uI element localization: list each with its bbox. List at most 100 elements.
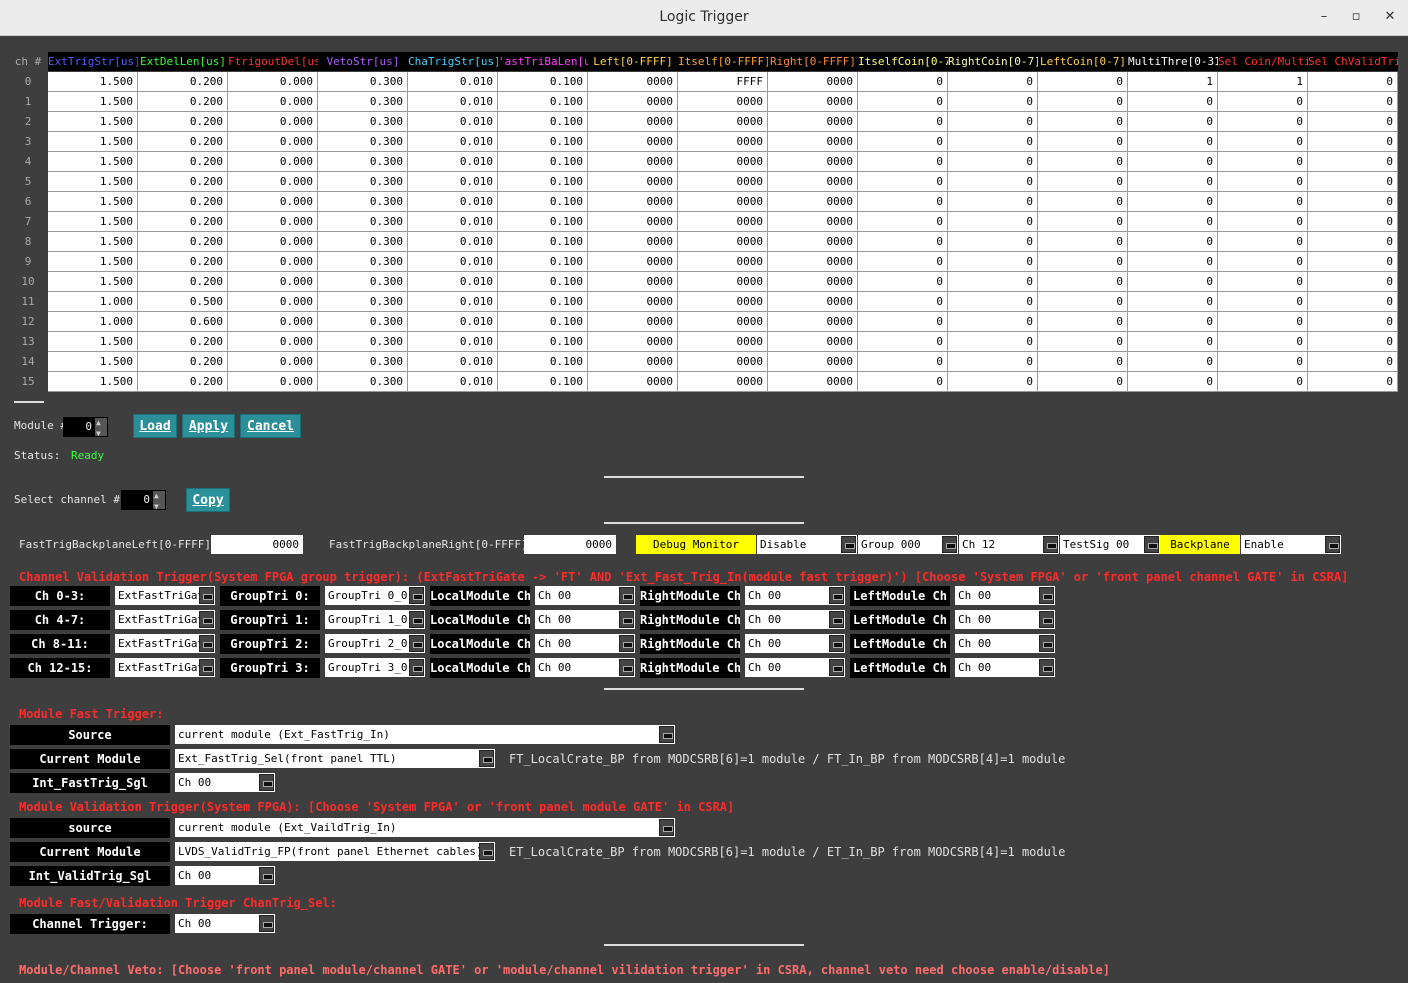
dropdown-arrow-icon[interactable] [409,635,424,652]
table-cell[interactable]: 0.300 [318,292,408,312]
table-cell[interactable]: 0.300 [318,372,408,392]
backplane-select[interactable]: Enable [1241,535,1341,554]
table-cell[interactable]: 0 [1308,352,1398,372]
dropdown-arrow-icon[interactable] [1039,611,1054,628]
table-cell[interactable]: 0 [1128,92,1218,112]
table-cell[interactable]: 1.000 [48,292,138,312]
table-cell[interactable]: 0 [948,352,1038,372]
table-cell[interactable]: 0 [1128,352,1218,372]
table-cell[interactable]: 1.500 [48,212,138,232]
table-cell[interactable]: 1.500 [48,72,138,92]
table-cell[interactable]: 0000 [588,132,678,152]
table-cell[interactable]: 0 [858,232,948,252]
table-cell[interactable]: 0 [948,332,1038,352]
table-cell[interactable]: 0.010 [408,132,498,152]
table-cell[interactable]: 0 [1038,272,1128,292]
select-channel-spinner[interactable]: 0 [121,486,166,517]
dropdown-arrow-icon[interactable] [259,867,274,884]
apply-button[interactable]: Apply [182,414,235,438]
table-cell[interactable]: 0.300 [318,172,408,192]
dropdown-arrow-icon[interactable] [619,611,634,628]
dropdown-arrow-icon[interactable] [829,635,844,652]
table-cell[interactable]: 0.000 [228,192,318,212]
table-cell[interactable]: 0.010 [408,332,498,352]
backplane-left-input[interactable]: 0000 [211,535,303,554]
table-cell[interactable]: 0000 [768,172,858,192]
table-cell[interactable]: 0000 [768,72,858,92]
table-cell[interactable]: 0.300 [318,352,408,372]
table-cell[interactable]: 0000 [768,192,858,212]
table-cell[interactable]: 0 [1218,312,1308,332]
table-cell[interactable]: 0000 [768,332,858,352]
table-cell[interactable]: 0000 [588,372,678,392]
table-cell[interactable]: 0.010 [408,112,498,132]
table-cell[interactable]: 0 [1128,172,1218,192]
table-cell[interactable]: 0 [1038,72,1128,92]
table-cell[interactable]: 0 [1038,232,1128,252]
table-cell[interactable]: 0.100 [498,72,588,92]
table-cell[interactable]: 0000 [678,292,768,312]
table-cell[interactable]: 0 [858,212,948,232]
table-cell[interactable]: 0000 [588,152,678,172]
dropdown-arrow-icon[interactable] [659,819,674,836]
channel-trigger-select[interactable]: Ch 00 [175,914,275,933]
table-cell[interactable]: 0 [1038,332,1128,352]
table-cell[interactable]: 0 [1218,152,1308,172]
cv-left-select[interactable]: Ch 00 [955,658,1055,677]
table-cell[interactable]: 0 [1038,152,1128,172]
dropdown-arrow-icon[interactable] [619,635,634,652]
table-cell[interactable]: 0.200 [138,132,228,152]
table-cell[interactable]: 0.200 [138,192,228,212]
table-cell[interactable]: 0.100 [498,112,588,132]
table-cell[interactable]: 0000 [678,312,768,332]
table-cell[interactable]: 0.010 [408,372,498,392]
table-cell[interactable]: 0.010 [408,212,498,232]
table-cell[interactable]: 1.500 [48,372,138,392]
cv-right-select[interactable]: Ch 00 [745,610,845,629]
table-cell[interactable]: 1.500 [48,132,138,152]
table-cell[interactable]: 0 [948,212,1038,232]
dropdown-arrow-icon[interactable] [1039,635,1054,652]
table-cell[interactable]: 0.010 [408,172,498,192]
table-cell[interactable]: 0 [858,292,948,312]
table-cell[interactable]: 0000 [678,232,768,252]
cv-group-select[interactable]: GroupTri 0_0 [325,586,425,605]
table-cell[interactable]: 1.500 [48,232,138,252]
table-cell[interactable]: FFFF [678,72,768,92]
dropdown-arrow-icon[interactable] [1043,536,1058,553]
table-cell[interactable]: 0000 [768,272,858,292]
table-cell[interactable]: 0.010 [408,152,498,172]
table-cell[interactable]: 0.000 [228,72,318,92]
dropdown-arrow-icon[interactable] [409,659,424,676]
table-cell[interactable]: 0 [1128,232,1218,252]
table-cell[interactable]: 1.500 [48,272,138,292]
dropdown-arrow-icon[interactable] [199,635,214,652]
table-cell[interactable]: 0000 [678,152,768,172]
table-cell[interactable]: 0.200 [138,172,228,192]
module-spinner[interactable]: 0 [63,413,108,444]
table-cell[interactable]: 0.100 [498,212,588,232]
table-cell[interactable]: 0 [1218,352,1308,372]
table-cell[interactable]: 0000 [678,92,768,112]
fast-int-select[interactable]: Ch 00 [175,773,275,792]
table-cell[interactable]: 0.100 [498,312,588,332]
table-cell[interactable]: 0 [858,72,948,92]
table-cell[interactable]: 0000 [588,252,678,272]
table-cell[interactable]: 0.100 [498,372,588,392]
table-cell[interactable]: 0 [858,192,948,212]
table-cell[interactable]: 0 [1038,132,1128,152]
table-cell[interactable]: 0.300 [318,212,408,232]
load-button[interactable]: Load [133,414,177,438]
table-cell[interactable]: 0.300 [318,132,408,152]
table-cell[interactable]: 0 [948,252,1038,272]
dropdown-arrow-icon[interactable] [199,611,214,628]
table-cell[interactable]: 0 [858,312,948,332]
table-cell[interactable]: 0.000 [228,172,318,192]
table-cell[interactable]: 0 [1308,72,1398,92]
table-cell[interactable]: 0 [1038,212,1128,232]
cv-local-select[interactable]: Ch 00 [535,586,635,605]
table-cell[interactable]: 0000 [768,212,858,232]
dropdown-arrow-icon[interactable] [199,659,214,676]
table-cell[interactable]: 0000 [588,172,678,192]
table-cell[interactable]: 0 [1128,212,1218,232]
